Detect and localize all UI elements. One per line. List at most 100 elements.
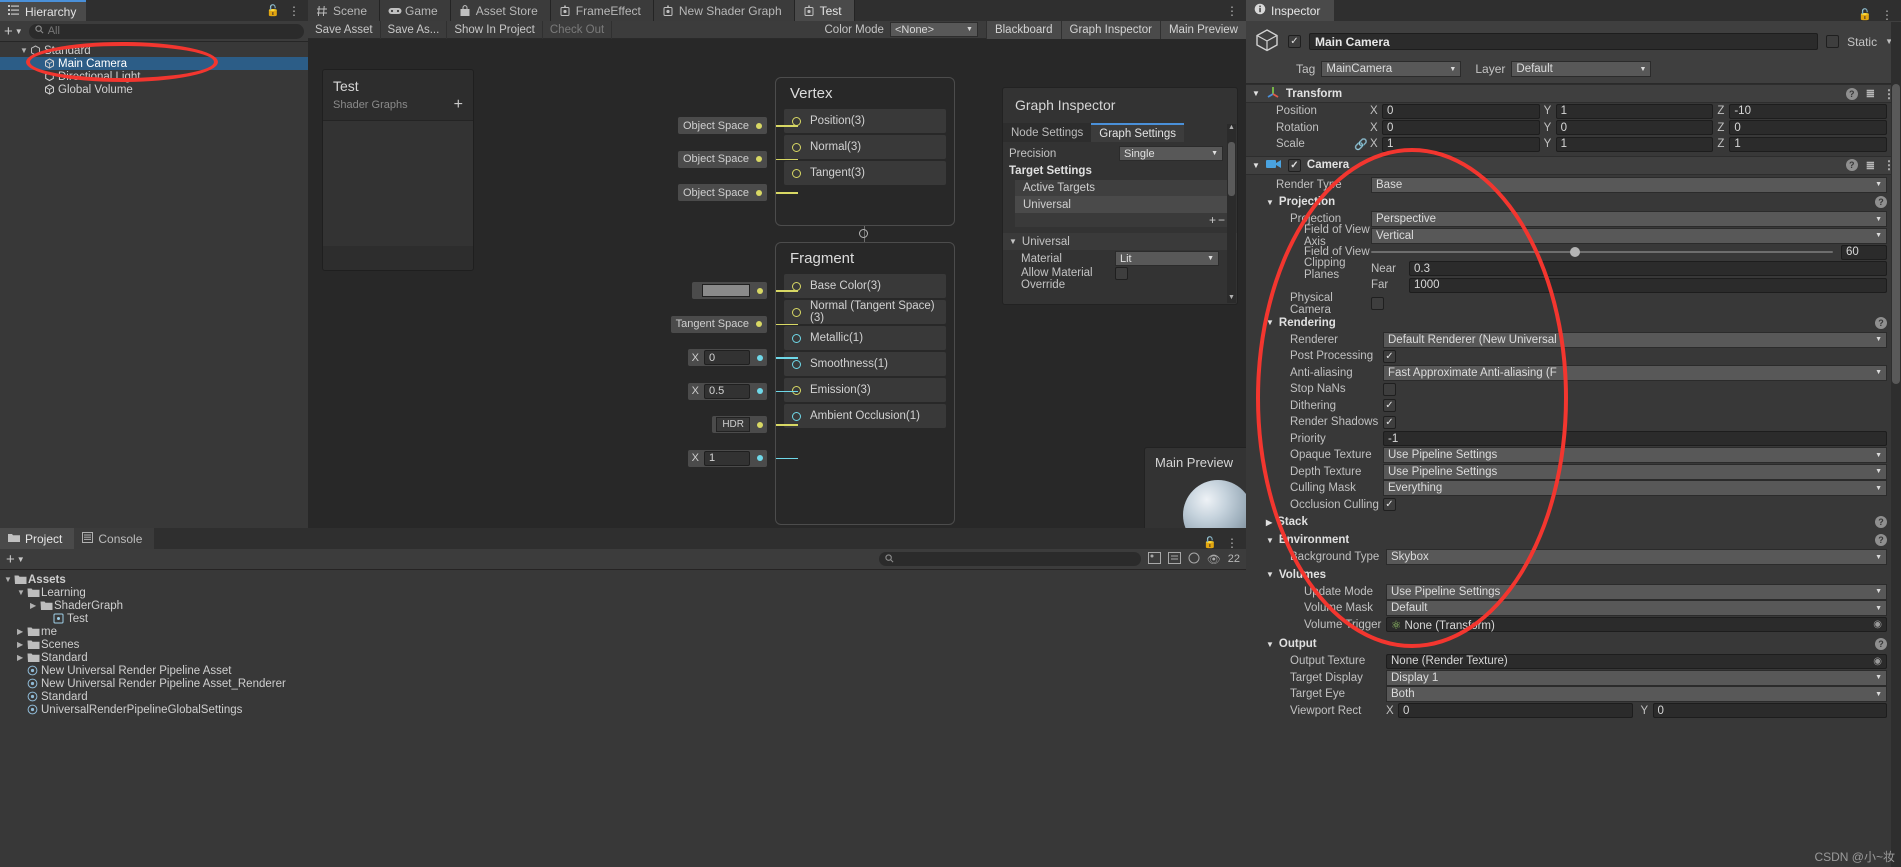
help-icon[interactable]: ? — [1875, 516, 1887, 528]
scroll-up-arrow[interactable]: ▲ — [1227, 124, 1236, 133]
project-item-shadergraph[interactable]: ▶ ShaderGraph — [0, 599, 1246, 612]
stack-section-header[interactable]: ▶ Stack ? — [1246, 513, 1901, 531]
viewport-x-field[interactable]: 0 — [1398, 703, 1633, 719]
chevron-right-icon[interactable]: ▶ — [30, 601, 40, 610]
chevron-right-icon[interactable]: ▶ — [1266, 518, 1272, 527]
add-gameobject-button[interactable]: + ▼ — [4, 23, 23, 40]
input-connector-dot[interactable] — [757, 388, 763, 394]
node-connector-handle[interactable] — [859, 229, 868, 238]
chevron-down-icon[interactable]: ▼ — [1266, 198, 1274, 207]
gameobject-enabled-checkbox[interactable]: ✓ — [1288, 35, 1301, 48]
chevron-down-icon[interactable]: ▼ — [1252, 89, 1260, 98]
help-icon[interactable]: ? — [1875, 638, 1887, 650]
shadergraph-menu-icon[interactable]: ⋮ — [1226, 5, 1238, 17]
fov-axis-dropdown[interactable]: Vertical ▼ — [1371, 227, 1887, 244]
visibility-icon[interactable]: 👁 — [1207, 553, 1221, 566]
project-item-new-universal-render-pipeline-asset[interactable]: New Universal Render Pipeline Asset — [0, 664, 1246, 677]
tab-node-settings[interactable]: Node Settings — [1003, 123, 1092, 142]
fov-slider[interactable] — [1371, 247, 1833, 258]
chevron-down-icon[interactable]: ▼ — [1266, 570, 1274, 579]
volume-mask-dropdown[interactable]: Default ▼ — [1386, 600, 1887, 617]
hierarchy-search-input[interactable]: All — [28, 23, 304, 39]
port-connector-dot[interactable] — [792, 168, 801, 178]
port-connector-dot[interactable] — [792, 142, 801, 152]
inspector-menu-icon[interactable]: ⋮ — [1881, 9, 1893, 21]
allow-material-override-checkbox[interactable] — [1115, 267, 1128, 280]
save-asset-button[interactable]: Save Asset — [308, 20, 381, 39]
transform-position-z-field[interactable]: -10 — [1729, 103, 1888, 119]
tab-frameeffect[interactable]: FrameEffect — [550, 0, 654, 21]
volume-trigger-field[interactable]: ⚛ None (Transform) ◉ — [1386, 617, 1887, 633]
project-item-universalrenderpipelineglobalsettings[interactable]: UniversalRenderPipelineGlobalSettings — [0, 703, 1246, 716]
scroll-thumb[interactable] — [1228, 142, 1235, 196]
active-target-item[interactable]: Universal — [1015, 196, 1229, 213]
gameobject-name-field[interactable]: Main Camera — [1309, 33, 1819, 50]
tab-scene[interactable]: Scene — [308, 0, 381, 21]
transform-position-y-field[interactable]: 1 — [1555, 103, 1714, 119]
inspector-scrollbar[interactable] — [1891, 22, 1901, 867]
node-input-field[interactable]: Object Space — [677, 150, 767, 168]
project-item-standard[interactable]: ▶ Standard — [0, 651, 1246, 664]
project-item-me[interactable]: ▶ me — [0, 625, 1246, 638]
update-mode-dropdown[interactable]: Use Pipeline Settings ▼ — [1386, 583, 1887, 600]
help-icon[interactable]: ? — [1875, 196, 1887, 208]
port-connector-dot[interactable] — [792, 307, 801, 317]
port-connector-dot[interactable] — [792, 333, 801, 343]
graph-inspector-toggle[interactable]: Graph Inspector — [1060, 20, 1160, 39]
tab-project[interactable]: Project — [0, 528, 75, 549]
fov-slider-knob[interactable] — [1569, 247, 1580, 258]
project-item-standard[interactable]: Standard — [0, 690, 1246, 703]
blackboard-toggle[interactable]: Blackboard — [985, 20, 1061, 39]
project-item-new-universal-render-pipeline-asset-renderer[interactable]: New Universal Render Pipeline Asset_Rend… — [0, 677, 1246, 690]
chevron-down-icon[interactable]: ▼ — [1252, 161, 1260, 170]
chevron-down-icon[interactable]: ▼ — [20, 46, 30, 55]
node-input-field[interactable]: Object Space — [677, 184, 767, 201]
chevron-down-icon[interactable]: ▼ — [4, 575, 14, 584]
occlusion-culling-checkbox[interactable]: ✓ — [1383, 498, 1396, 512]
hierarchy-item-global-volume[interactable]: Global Volume — [0, 83, 308, 96]
color-swatch[interactable] — [702, 284, 750, 297]
preset-icon[interactable]: ≣ — [1866, 159, 1875, 172]
hierarchy-item-directional-light[interactable]: Directional Light — [0, 70, 308, 83]
transform-rotation-y-field[interactable]: 0 — [1555, 120, 1714, 136]
node-input-field[interactable]: X1 — [687, 449, 767, 467]
chevron-right-icon[interactable]: ▶ — [17, 653, 27, 662]
camera-enabled-checkbox[interactable]: ✓ — [1287, 158, 1301, 172]
tab-hierarchy[interactable]: Hierarchy — [0, 0, 87, 21]
save-as-button[interactable]: Save As... — [381, 20, 448, 39]
graph-inspector-scrollbar[interactable]: ▲ ▼ — [1227, 124, 1236, 303]
blackboard-add-button[interactable]: + — [454, 96, 463, 114]
input-connector-dot[interactable] — [757, 354, 763, 361]
fov-value-field[interactable]: 60 — [1841, 244, 1887, 260]
input-connector-dot[interactable] — [757, 421, 763, 428]
chevron-down-icon[interactable]: ▼ — [1009, 237, 1017, 246]
input-connector-dot[interactable] — [756, 122, 762, 129]
near-field[interactable]: 0.3 — [1409, 261, 1887, 277]
scale-constrain-link-icon[interactable]: 🔗 — [1354, 138, 1370, 151]
filter-type-icon[interactable] — [1147, 551, 1161, 567]
renderer-dropdown[interactable]: Default Renderer (New Universal ▼ — [1383, 331, 1887, 348]
projection-section-header[interactable]: ▼ Projection ? — [1246, 193, 1901, 211]
remove-target-button[interactable]: − — [1218, 213, 1225, 227]
add-target-button[interactable]: + — [1209, 213, 1216, 227]
preset-icon[interactable]: ≣ — [1866, 87, 1875, 100]
chevron-down-icon[interactable]: ▼ — [1266, 536, 1274, 545]
tab-game[interactable]: Game — [380, 0, 451, 21]
opaque-texture-dropdown[interactable]: Use Pipeline Settings ▼ — [1383, 447, 1887, 464]
output-texture-field[interactable]: None (Render Texture) ◉ — [1386, 653, 1887, 669]
input-connector-dot[interactable] — [757, 455, 763, 461]
tab-asset-store[interactable]: Asset Store — [450, 0, 551, 21]
viewport-y-field[interactable]: 0 — [1652, 703, 1887, 719]
precision-dropdown[interactable]: Single ▼ — [1119, 146, 1223, 161]
transform-scale-x-field[interactable]: 1 — [1382, 136, 1540, 152]
fragment-node[interactable]: Fragment Base Color(3) Normal (Tangent Sp… — [775, 242, 955, 525]
tab-graph-settings[interactable]: Graph Settings — [1091, 123, 1184, 142]
float-value-field[interactable]: 0.5 — [704, 383, 750, 399]
help-icon[interactable]: ? — [1875, 316, 1887, 329]
color-mode-dropdown[interactable]: <None> ▼ — [889, 22, 978, 37]
project-item-scenes[interactable]: ▶ Scenes — [0, 638, 1246, 651]
lock-icon[interactable]: 🔓 — [1858, 8, 1872, 21]
lock-icon[interactable]: 🔓 — [266, 4, 280, 17]
stop-nans-checkbox[interactable] — [1383, 382, 1396, 396]
port-connector-dot[interactable] — [792, 359, 801, 369]
